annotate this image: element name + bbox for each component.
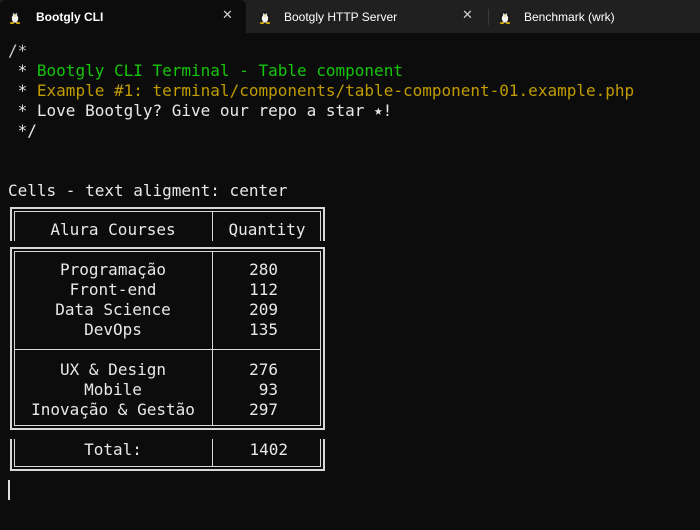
table-border bbox=[10, 207, 12, 241]
linux-penguin-icon bbox=[499, 11, 511, 24]
table-border bbox=[323, 207, 325, 241]
course-name: Front-end bbox=[69, 280, 157, 299]
tab-benchmark-wrk[interactable]: Benchmark (wrk) bbox=[490, 0, 700, 33]
table-border bbox=[10, 439, 12, 471]
tab-label: Bootgly HTTP Server bbox=[284, 10, 398, 24]
column-divider bbox=[212, 439, 213, 467]
close-tab-icon[interactable]: ✕ bbox=[462, 7, 473, 23]
table-border bbox=[10, 247, 12, 429]
comment-line-title: * Bootgly CLI Terminal - Table component bbox=[8, 61, 403, 80]
table-border bbox=[320, 251, 321, 425]
course-name: Mobile bbox=[84, 380, 142, 399]
title-text: Bootgly CLI Terminal - Table component bbox=[36, 61, 403, 80]
table-border bbox=[10, 469, 325, 471]
column-divider bbox=[212, 211, 213, 241]
tab-label: Benchmark (wrk) bbox=[524, 10, 615, 24]
comment-line-star: * Love Bootgly? Give our repo a star ⭑! bbox=[8, 101, 393, 120]
column-divider bbox=[212, 251, 213, 425]
course-qty: 135 bbox=[249, 320, 278, 339]
table-border bbox=[10, 247, 325, 249]
course-name: Programação bbox=[60, 260, 166, 279]
table-border bbox=[10, 207, 325, 209]
comment-close: */ bbox=[8, 121, 37, 140]
course-name: UX & Design bbox=[60, 360, 166, 379]
linux-penguin-icon bbox=[9, 11, 21, 24]
course-qty: 93 bbox=[258, 380, 278, 399]
course-name: DevOps bbox=[84, 320, 142, 339]
tab-bootgly-http-server[interactable]: Bootgly HTTP Server ✕ bbox=[250, 0, 486, 33]
footer-total-value: 1402 bbox=[249, 440, 288, 459]
example-path-text: Example #1: terminal/components/table-co… bbox=[36, 81, 635, 100]
header-courses: Alura Courses bbox=[50, 220, 176, 239]
table-border bbox=[10, 428, 325, 430]
tab-bar: Bootgly CLI ✕ Bootgly HTTP Server ✕ Benc… bbox=[0, 0, 700, 33]
course-qty: 276 bbox=[249, 360, 278, 379]
close-tab-icon[interactable]: ✕ bbox=[222, 7, 233, 23]
section-heading: Cells - text aligment: center bbox=[8, 181, 288, 200]
course-qty: 280 bbox=[249, 260, 278, 279]
linux-penguin-icon bbox=[259, 11, 271, 24]
tab-label: Bootgly CLI bbox=[36, 10, 104, 24]
table-border bbox=[14, 251, 321, 252]
tab-bootgly-cli[interactable]: Bootgly CLI ✕ bbox=[0, 0, 246, 33]
table-border bbox=[14, 425, 321, 426]
course-name: Inovação & Gestão bbox=[31, 400, 195, 419]
table-border bbox=[14, 211, 321, 212]
course-qty: 209 bbox=[249, 300, 278, 319]
terminal-output[interactable]: /* * Bootgly CLI Terminal - Table compon… bbox=[0, 33, 700, 530]
header-quantity: Quantity bbox=[228, 220, 306, 239]
table-border bbox=[323, 439, 325, 471]
course-name: Data Science bbox=[55, 300, 171, 319]
comment-line-example: * Example #1: terminal/components/table-… bbox=[8, 81, 635, 100]
group-divider bbox=[14, 349, 321, 350]
table-border bbox=[320, 211, 321, 241]
footer-total-label: Total: bbox=[84, 440, 142, 459]
table-border bbox=[320, 439, 321, 467]
course-qty: 297 bbox=[249, 400, 278, 419]
table-border bbox=[323, 247, 325, 429]
table-border bbox=[14, 466, 321, 467]
course-qty: 112 bbox=[249, 280, 278, 299]
tab-separator bbox=[488, 9, 489, 25]
comment-open: /* bbox=[8, 41, 28, 60]
text-cursor bbox=[8, 480, 10, 500]
